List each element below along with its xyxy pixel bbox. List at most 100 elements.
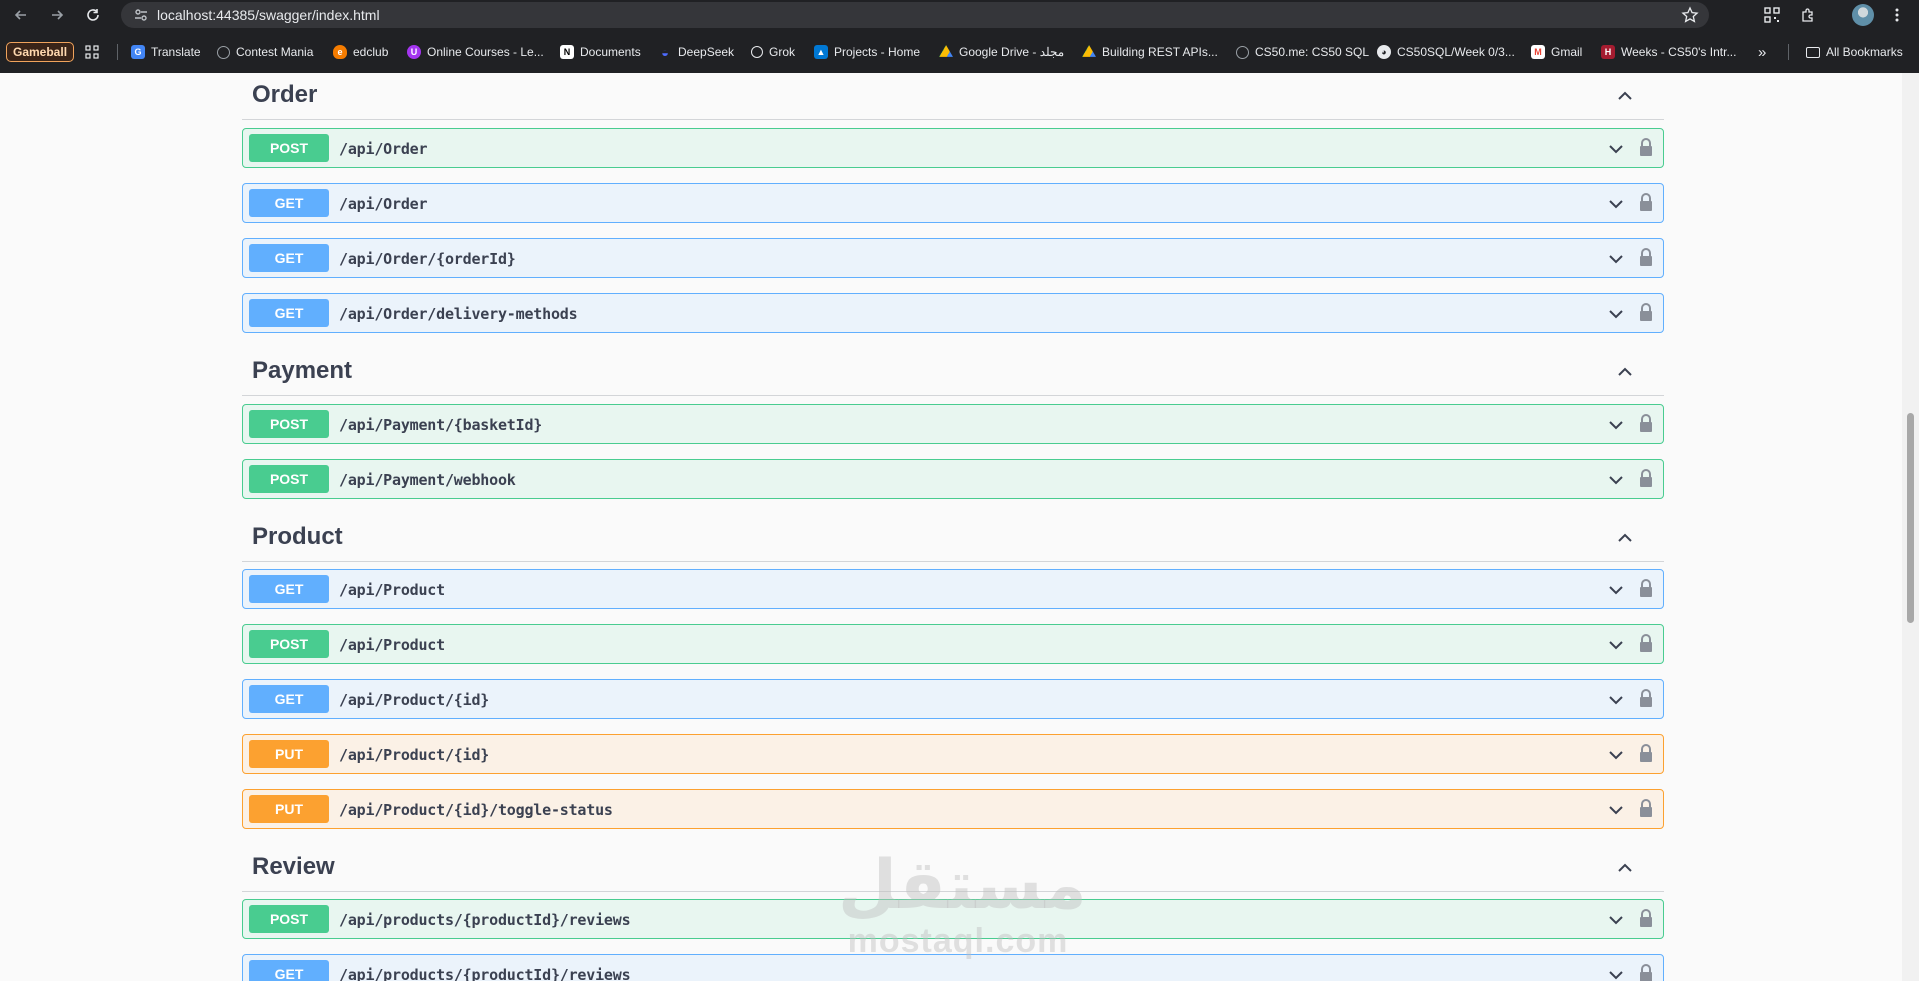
- operation-post-api-payment-basketid[interactable]: POST /api/Payment/{basketId}: [242, 404, 1664, 444]
- bookmark-gmail[interactable]: M Gmail: [1531, 43, 1582, 61]
- chevron-up-icon[interactable]: [1616, 859, 1634, 877]
- section-header-product[interactable]: Product: [242, 513, 1664, 562]
- section-header-review[interactable]: Review: [242, 843, 1664, 892]
- operation-post-api-product[interactable]: POST /api/Product: [242, 624, 1664, 664]
- lock-icon[interactable]: [1638, 908, 1654, 928]
- chevron-down-icon[interactable]: [1607, 636, 1625, 654]
- method-badge: POST: [249, 905, 329, 933]
- operation-put-api-product-toggle-status[interactable]: PUT /api/Product/{id}/toggle-status: [242, 789, 1664, 829]
- chevron-down-icon[interactable]: [1607, 195, 1625, 213]
- bookmark-cs50-weeks[interactable]: H Weeks - CS50's Intr...: [1601, 43, 1736, 61]
- lock-icon[interactable]: [1638, 137, 1654, 157]
- chevron-up-icon[interactable]: [1616, 529, 1634, 547]
- operation-get-api-products-reviews[interactable]: GET /api/products/{productId}/reviews: [242, 954, 1664, 981]
- operation-path: /api/Order: [339, 140, 428, 158]
- chevron-up-icon[interactable]: [1616, 87, 1634, 105]
- url-text[interactable]: localhost:44385/swagger/index.html: [157, 7, 380, 23]
- lock-icon[interactable]: [1638, 192, 1654, 212]
- operation-get-api-order-delivery-methods[interactable]: GET /api/Order/delivery-methods: [242, 293, 1664, 333]
- chevron-up-icon[interactable]: [1616, 363, 1634, 381]
- extensions-button[interactable]: [1797, 4, 1819, 26]
- lock-icon[interactable]: [1638, 963, 1654, 981]
- bookmark-cs50-sql[interactable]: CS50.me: CS50 SQL: [1236, 43, 1369, 61]
- arrow-left-icon: [14, 10, 26, 20]
- lock-icon[interactable]: [1638, 633, 1654, 653]
- chevron-down-icon[interactable]: [1607, 250, 1625, 268]
- scrollbar-thumb[interactable]: [1907, 413, 1914, 623]
- bookmark-building-rest-apis[interactable]: Building REST APIs...: [1082, 43, 1218, 61]
- method-badge: GET: [249, 960, 329, 981]
- section-header-payment[interactable]: Payment: [242, 347, 1664, 396]
- section-title: Payment: [252, 357, 353, 384]
- lock-icon[interactable]: [1638, 578, 1654, 598]
- bookmark-star-icon[interactable]: [1681, 6, 1699, 24]
- all-bookmarks-button[interactable]: All Bookmarks: [1806, 43, 1903, 61]
- chevron-down-icon[interactable]: [1607, 305, 1625, 323]
- bookmark-translate[interactable]: G Translate: [131, 43, 201, 61]
- lock-icon[interactable]: [1638, 743, 1654, 763]
- arrow-right-icon: [52, 10, 64, 20]
- method-badge: PUT: [249, 740, 329, 768]
- lock-icon[interactable]: [1638, 247, 1654, 267]
- globe-icon: [1236, 45, 1249, 59]
- bookmark-cs50sql-github[interactable]: ◕ CS50SQL/Week 0/3...: [1377, 43, 1515, 61]
- operation-get-api-order-orderid[interactable]: GET /api/Order/{orderId}: [242, 238, 1664, 278]
- method-badge: POST: [249, 630, 329, 658]
- bookmark-projects-home[interactable]: ▲ Projects - Home: [814, 43, 920, 61]
- operation-path: /api/Product: [339, 636, 445, 654]
- apps-grid-icon: [85, 45, 99, 59]
- lock-icon[interactable]: [1638, 798, 1654, 818]
- operation-post-api-products-reviews[interactable]: POST /api/products/{productId}/reviews: [242, 899, 1664, 939]
- bookmarks-overflow-button[interactable]: »: [1758, 43, 1766, 61]
- lock-icon[interactable]: [1638, 688, 1654, 708]
- gmail-icon: M: [1531, 45, 1545, 59]
- swagger-content: Order POST /api/Order GET /api/Order GET…: [0, 73, 1902, 981]
- back-button[interactable]: [10, 4, 32, 26]
- github-icon: ◕: [1377, 45, 1391, 59]
- harvard-icon: H: [1601, 45, 1615, 59]
- reload-button[interactable]: [82, 4, 104, 26]
- lock-icon[interactable]: [1638, 468, 1654, 488]
- operation-post-api-payment-webhook[interactable]: POST /api/Payment/webhook: [242, 459, 1664, 499]
- chevron-down-icon[interactable]: [1607, 581, 1625, 599]
- bookmark-deepseek[interactable]: ◒ DeepSeek: [658, 43, 734, 61]
- operation-put-api-product-id[interactable]: PUT /api/Product/{id}: [242, 734, 1664, 774]
- forward-button[interactable]: [46, 4, 68, 26]
- chevron-down-icon[interactable]: [1607, 471, 1625, 489]
- edclub-icon: e: [333, 45, 347, 59]
- chevron-down-icon[interactable]: [1607, 801, 1625, 819]
- folder-icon: [1806, 46, 1820, 58]
- kebab-menu-icon: [1895, 8, 1899, 22]
- bookmark-gameball[interactable]: Gameball: [6, 42, 75, 62]
- bookmark-contest-mania[interactable]: Contest Mania: [217, 43, 313, 61]
- address-bar[interactable]: localhost:44385/swagger/index.html: [121, 2, 1709, 28]
- operation-get-api-order[interactable]: GET /api/Order: [242, 183, 1664, 223]
- apps-button[interactable]: [85, 43, 99, 61]
- chevron-down-icon[interactable]: [1607, 416, 1625, 434]
- section-header-order[interactable]: Order: [242, 73, 1664, 120]
- bookmarks-bar: Gameball G Translate Contest Mania e edclu…: [0, 39, 1919, 65]
- profile-avatar[interactable]: [1852, 4, 1874, 26]
- qr-code-icon: [1764, 7, 1780, 23]
- bookmark-google-drive[interactable]: Google Drive - مجلد: [939, 43, 1064, 61]
- lock-icon[interactable]: [1638, 302, 1654, 322]
- chevron-down-icon[interactable]: [1607, 966, 1625, 981]
- chevron-down-icon[interactable]: [1607, 691, 1625, 709]
- chevron-down-icon[interactable]: [1607, 140, 1625, 158]
- qr-code-button[interactable]: [1761, 4, 1783, 26]
- bookmark-edclub[interactable]: e edclub: [333, 43, 388, 61]
- bookmark-udemy[interactable]: U Online Courses - Le...: [407, 43, 544, 61]
- chevron-down-icon[interactable]: [1607, 746, 1625, 764]
- bookmark-grok[interactable]: Grok: [751, 43, 795, 61]
- azure-devops-icon: ▲: [814, 45, 828, 59]
- site-settings-icon[interactable]: [133, 7, 149, 23]
- browser-menu-button[interactable]: [1886, 4, 1908, 26]
- bookmarks-separator: [1788, 44, 1789, 60]
- bookmark-documents[interactable]: N Documents: [560, 43, 641, 61]
- chevron-down-icon[interactable]: [1607, 911, 1625, 929]
- page-scrollbar[interactable]: [1902, 73, 1919, 981]
- lock-icon[interactable]: [1638, 413, 1654, 433]
- operation-post-api-order[interactable]: POST /api/Order: [242, 128, 1664, 168]
- operation-get-api-product-id[interactable]: GET /api/Product/{id}: [242, 679, 1664, 719]
- operation-get-api-product[interactable]: GET /api/Product: [242, 569, 1664, 609]
